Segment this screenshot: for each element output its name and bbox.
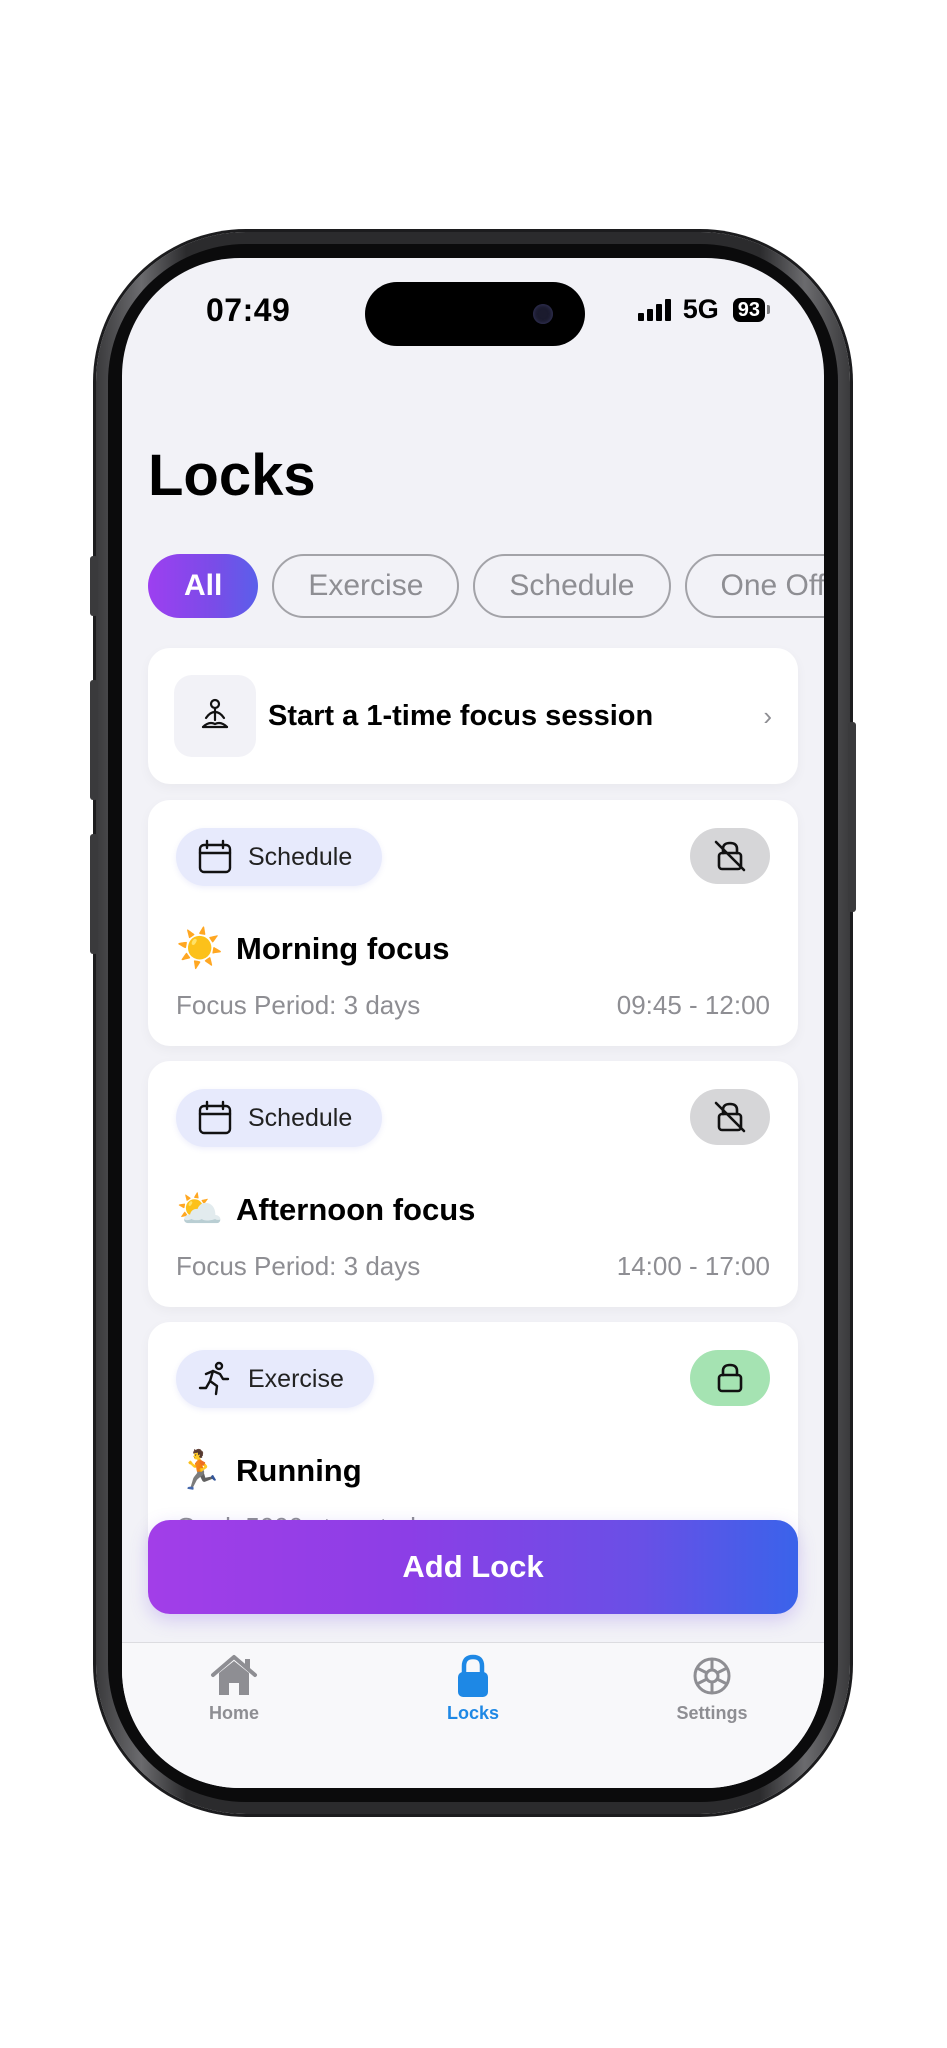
lock-off-icon (714, 840, 746, 872)
filter-chip-all[interactable]: All (148, 554, 259, 618)
lock-name-row: ⛅ Afternoon focus (176, 1191, 475, 1229)
tab-locks-label: Locks (446, 1703, 500, 1723)
tab-settings-label: Settings (676, 1703, 748, 1723)
volume-up-button (90, 680, 98, 800)
signal-icon (637, 298, 671, 321)
calendar-icon (198, 839, 232, 874)
lock-card-afternoon-focus[interactable]: Schedule ⛅ Afternoon focus Focus Period:… (148, 1061, 798, 1307)
volume-down-button (90, 834, 98, 954)
time-range: 14:00 - 17:00 (616, 1251, 770, 1281)
tab-settings[interactable]: Settings (652, 1653, 772, 1724)
action-button (90, 556, 98, 616)
cloud-sun-icon: ⛅ (176, 1189, 224, 1231)
lock-name: Morning focus (236, 931, 450, 966)
running-icon (198, 1361, 230, 1396)
lock-icon (458, 1654, 488, 1697)
tab-bar: Home Locks Settings (122, 1642, 824, 1788)
meditation-icon (174, 675, 256, 757)
gear-icon (693, 1657, 731, 1695)
lock-tag-label: Schedule (248, 1103, 353, 1132)
status-indicators: 5G 93 (637, 294, 770, 325)
chevron-right-icon: › (763, 700, 772, 731)
focus-period: Focus Period: 3 days (176, 990, 421, 1020)
screen: 07:49 5G 93 Locks All Exercise Schedule … (122, 258, 824, 1788)
tab-home-label: Home (208, 1703, 259, 1723)
lock-name-row: 🏃 Running (176, 1452, 362, 1490)
network-type: 5G (682, 294, 719, 324)
focus-session-label: Start a 1-time focus session (268, 699, 654, 732)
tab-locks[interactable]: Locks (413, 1653, 533, 1724)
battery-level: 93 (732, 297, 765, 322)
lock-name: Afternoon focus (236, 1192, 476, 1227)
lock-card-morning-focus[interactable]: Schedule ☀️ Morning focus Focus Period: … (148, 800, 798, 1046)
lock-icon (717, 1363, 743, 1393)
time-range: 09:45 - 12:00 (616, 990, 770, 1020)
filter-chip-one-off[interactable]: One Off (684, 554, 824, 618)
filter-chip-exercise[interactable]: Exercise (272, 554, 460, 618)
battery-icon: 93 (732, 297, 770, 322)
lock-off-icon (714, 1101, 746, 1133)
focus-session-card[interactable]: Start a 1-time focus session › (148, 648, 798, 784)
add-lock-button[interactable]: Add Lock (148, 1520, 798, 1614)
locked-toggle[interactable] (690, 1350, 770, 1406)
dynamic-island (365, 282, 585, 346)
status-time: 07:49 (206, 292, 291, 328)
lock-tag: Schedule (176, 1089, 383, 1147)
focus-period: Focus Period: 3 days (176, 1251, 421, 1281)
lock-tag-label: Exercise (248, 1364, 344, 1393)
filter-chip-schedule[interactable]: Schedule (473, 554, 671, 618)
unlocked-toggle[interactable] (690, 828, 770, 884)
tab-home[interactable]: Home (174, 1653, 294, 1724)
power-button (848, 722, 856, 912)
lock-tag: Exercise (176, 1350, 374, 1408)
sun-icon: ☀️ (176, 928, 224, 970)
lock-name: Running (236, 1453, 362, 1488)
lock-tag-label: Schedule (248, 842, 353, 871)
front-camera-icon (533, 304, 553, 324)
lock-name-row: ☀️ Morning focus (176, 930, 450, 968)
filter-chips: All Exercise Schedule One Off (148, 554, 824, 618)
runner-icon: 🏃 (176, 1450, 224, 1492)
unlocked-toggle[interactable] (690, 1089, 770, 1145)
page-title: Locks (148, 443, 316, 508)
home-icon (211, 1655, 257, 1695)
calendar-icon (198, 1100, 232, 1135)
lock-tag: Schedule (176, 828, 383, 886)
